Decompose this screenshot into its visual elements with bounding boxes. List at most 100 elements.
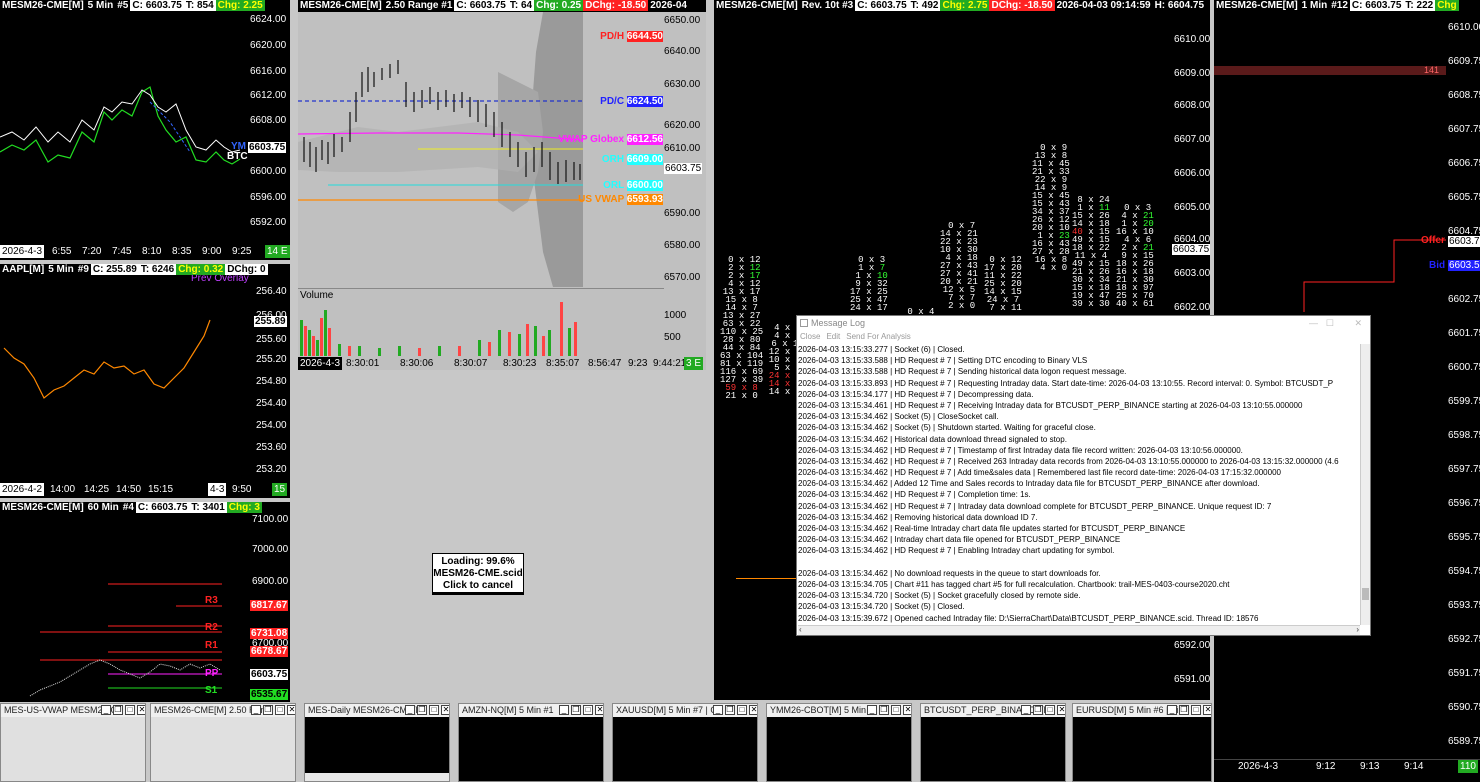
minimize-icon[interactable]: — [1309,316,1318,331]
volume-plot[interactable] [298,300,664,356]
log-line: 2026-04-03 13:15:34.462 | Socket (5) | S… [798,423,1096,433]
minimized-chart-window[interactable]: EURUSD[M] 5 Min #6 | Fi _ ❐ □ ✕ [1072,703,1212,782]
price-axis[interactable]: 7100.00 7000.00 6900.00 6817.67 6731.08 … [250,514,290,702]
horizontal-scrollbar[interactable] [305,773,449,781]
time-axis[interactable]: 2026-4-2 14:00 14:25 14:50 15:15 4-3 9:5… [0,483,290,496]
close-icon[interactable]: ✕ [903,705,911,715]
message-log-text[interactable]: 2026-04-03 13:15:33.277 | Socket (6) | C… [798,344,1360,625]
minimized-chart-window[interactable]: MES-Daily MESM26-CME[M _ ❐ □ ✕ [304,703,450,782]
time-axis[interactable]: 2026-4-3 9:12 9:13 9:14 110 [1214,759,1480,773]
minimized-chart-window[interactable]: AMZN-NQ[M] 5 Min #1 _ ❐ □ ✕ [458,703,604,782]
restore-icon[interactable]: ❐ [263,705,273,715]
chart-badge[interactable]: 14 E [265,245,290,258]
chart-window-mes-range[interactable]: MESM26-CME[M] 2.50 Range #1 C: 6603.75 T: 6… [298,0,706,370]
menu-send-for-analysis[interactable]: Send For Analysis [846,332,910,341]
log-line: 2026-04-03 13:15:34.462 | HD Request # 7… [798,490,1031,500]
minimize-icon[interactable]: _ [713,705,723,715]
message-log-titlebar[interactable]: Message Log — ☐ ✕ [797,316,1370,331]
maximize-icon[interactable]: □ [1045,705,1055,715]
restore-icon[interactable]: ❐ [725,705,735,715]
minimize-icon[interactable]: _ [405,705,415,715]
chart-window-aapl-5min[interactable]: AAPL[M] 5 Min #9 C: 255.89 T: 6246 Chg: 0.32 D… [0,264,290,498]
chart-badge[interactable]: 3 E [684,357,704,370]
horizontal-scrollbar[interactable]: ‹ › [798,625,1360,635]
pivot-s1-label: S1 [205,685,218,696]
restore-icon[interactable]: ❐ [417,705,427,715]
close-icon[interactable]: ✕ [1354,316,1362,331]
minimized-titlebar[interactable]: BTCUSDT_PERP_BINANCE[M _ ❐ □ ✕ [921,704,1065,717]
minimize-icon[interactable]: _ [559,705,569,715]
pane-divider[interactable] [298,288,664,289]
maximize-icon[interactable]: □ [583,705,593,715]
price-axis[interactable]: 6610.00 6609.75 6608.75 6607.75 6606.75 … [1448,12,1480,757]
maximize-icon[interactable]: □ [891,705,901,715]
menu-edit[interactable]: Edit [826,332,840,341]
time-axis[interactable]: 2026-4-3 8:30:01 8:30:06 8:30:07 8:30:23… [298,357,706,370]
maximize-icon[interactable]: □ [737,705,747,715]
pivot-r1-label: R1 [205,640,218,651]
symbol-label: MESM26-CME[M] [300,0,382,11]
maximize-icon[interactable]: □ [275,705,285,715]
vertical-scrollbar[interactable] [1360,344,1370,625]
axis-tick: 6605.00 [1174,202,1210,213]
chart-badge[interactable]: 15 [272,483,288,496]
price-plot[interactable] [0,278,254,483]
close-icon[interactable]: ✕ [1203,705,1211,715]
minimized-titlebar[interactable]: XAUUSD[M] 5 Min #7 | Gd _ ❐ □ ✕ [613,704,757,717]
restore-icon[interactable]: ❐ [571,705,581,715]
maximize-icon[interactable]: ☐ [1326,316,1334,331]
axis-tick: 6630.00 [664,79,701,90]
close-icon[interactable]: ✕ [749,705,757,715]
chart-window-mes-60min[interactable]: MESM26-CME[M] 60 Min #4 C: 6603.75 T: 3401 Ch… [0,502,290,702]
maximize-icon[interactable]: □ [125,705,135,715]
price-plot[interactable] [0,12,248,242]
minimize-icon[interactable]: _ [251,705,261,715]
time-axis[interactable]: 2026-4-3 6:55 7:20 7:45 8:10 8:35 9:00 9… [0,245,290,258]
minimize-icon[interactable]: _ [1167,705,1177,715]
scroll-left-icon[interactable]: ‹ [799,625,802,634]
minimized-titlebar[interactable]: YMM26-CBOT[M] 5 Min # _ ❐ □ ✕ [767,704,911,717]
price-axis[interactable]: 6624.00 6620.00 6616.00 6612.00 6608.00 … [248,12,290,242]
chart-window-mes-5min[interactable]: MESM26-CME[M] 5 Min #5 C: 6603.75 T: 854 Chg:… [0,0,290,260]
loading-dialog[interactable]: Loading: 99.6% MESM26-CME.scid Click to … [432,553,524,595]
price-axis[interactable]: 256.40 256.00 255.89 255.60 255.20 254.8… [254,278,290,483]
level-value: 6644.50 [626,31,663,42]
minimized-titlebar[interactable]: EURUSD[M] 5 Min #6 | Fi _ ❐ □ ✕ [1073,704,1211,717]
minimized-titlebar[interactable]: AMZN-NQ[M] 5 Min #1 _ ❐ □ ✕ [459,704,603,717]
minimized-chart-window[interactable]: MESM26-CME[M] 2.50 Ran _ ❐ □ ✕ [150,703,296,782]
minimize-icon[interactable]: _ [1021,705,1031,715]
restore-icon[interactable]: ❐ [1033,705,1043,715]
maximize-icon[interactable]: □ [429,705,439,715]
minimized-chart-window[interactable]: MES-US-VWAP MESM26-C _ ❐ □ ✕ [0,703,146,782]
close-icon[interactable]: ✕ [441,705,449,715]
minimized-chart-window[interactable]: XAUUSD[M] 5 Min #7 | Gd _ ❐ □ ✕ [612,703,758,782]
minimized-titlebar[interactable]: MES-Daily MESM26-CME[M _ ❐ □ ✕ [305,704,449,717]
restore-icon[interactable]: ❐ [113,705,123,715]
axis-tick: 7000.00 [252,544,289,555]
menu-close[interactable]: Close [800,332,820,341]
close-value: C: 6603.75 [130,0,184,11]
price-plot[interactable] [1214,12,1448,312]
price-axis[interactable]: 6650.00 6640.00 6630.00 6620.00 6610.00 … [664,12,706,357]
scroll-right-icon[interactable]: › [1356,625,1359,634]
chart-badge[interactable]: 110 [1458,760,1478,773]
level-pdc: PD/C 6624.50 [599,96,664,107]
minimized-chart-window[interactable]: YMM26-CBOT[M] 5 Min # _ ❐ □ ✕ [766,703,912,782]
minimized-chart-window[interactable]: BTCUSDT_PERP_BINANCE[M _ ❐ □ ✕ [920,703,1066,782]
close-icon[interactable]: ✕ [137,705,145,715]
maximize-icon[interactable]: □ [1191,705,1201,715]
restore-icon[interactable]: ❐ [1179,705,1189,715]
scrollbar-thumb[interactable] [1362,588,1369,600]
message-log-window[interactable]: Message Log — ☐ ✕ Close Edit Send For Anal… [796,315,1371,636]
cancel-loading-link[interactable]: Click to cancel [433,580,523,592]
minimize-icon[interactable]: _ [101,705,111,715]
minimized-body [151,717,295,781]
time-tick: 9:14 [1404,761,1424,772]
close-icon[interactable]: ✕ [595,705,603,715]
close-icon[interactable]: ✕ [1057,705,1065,715]
minimized-titlebar[interactable]: MESM26-CME[M] 2.50 Ran _ ❐ □ ✕ [151,704,295,717]
minimized-titlebar[interactable]: MES-US-VWAP MESM26-C _ ❐ □ ✕ [1,704,145,717]
minimize-icon[interactable]: _ [867,705,877,715]
close-icon[interactable]: ✕ [287,705,295,715]
restore-icon[interactable]: ❐ [879,705,889,715]
